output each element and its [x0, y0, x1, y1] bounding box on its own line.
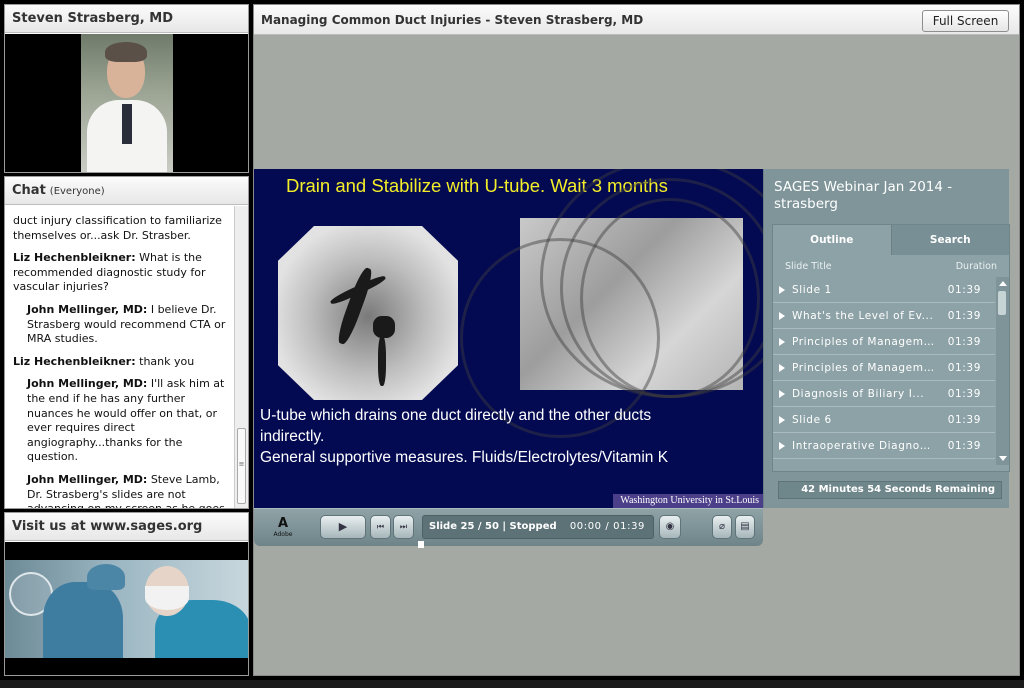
outline-row-duration: 01:39 — [947, 361, 981, 374]
outline-row-title: Diagnosis of Biliary I... — [792, 387, 925, 400]
chat-pod-header: Chat (Everyone) — [5, 177, 248, 205]
presenter-photo — [81, 34, 173, 172]
outline-panel: Outline Search Slide Title Duration Slid… — [772, 224, 1010, 472]
chat-message: duct injury classification to familiariz… — [13, 214, 229, 243]
presentation-slide: Drain and Stabilize with U-tube. Wait 3 … — [254, 169, 763, 508]
presenter-camera-pod: Steven Strasberg, MD — [4, 4, 249, 173]
outline-row[interactable]: Diagnosis of Biliary I... 01:39 — [773, 381, 995, 407]
chat-message: John Mellinger, MD: I believe Dr. Strasb… — [13, 303, 229, 347]
play-button[interactable]: ▶ — [320, 515, 366, 539]
presenter-video — [5, 34, 248, 172]
outline-row[interactable]: Intraoperative Diagnos... 01:39 — [773, 433, 995, 459]
outline-row[interactable]: Slide 1 01:39 — [773, 277, 995, 303]
outline-row-title: What's the Level of Ev... — [792, 309, 934, 322]
outline-row[interactable]: Principles of Manageme... 01:39 — [773, 329, 995, 355]
sidebar-tabs: Outline Search — [773, 225, 1009, 255]
outline-column-headers: Slide Title Duration — [773, 255, 1009, 277]
adobe-logo-icon: A Adobe — [273, 516, 293, 538]
time-remaining: 42 Minutes 54 Seconds Remaining — [778, 481, 1002, 499]
chat-author: John Mellinger, MD: — [27, 472, 148, 486]
chat-scrollbar[interactable]: ≡ — [234, 206, 248, 508]
presentation-title: SAGES Webinar Jan 2014 - strasberg — [774, 179, 953, 212]
chat-scroll-thumb[interactable]: ≡ — [237, 428, 246, 504]
expand-arrow-icon — [779, 389, 785, 398]
volume-icon[interactable]: ◉ — [659, 515, 681, 539]
outline-row-duration: 01:39 — [947, 387, 981, 400]
slide-body-text: U-tube which drains one duct directly an… — [260, 405, 760, 468]
playback-controls: A Adobe ▶ ⏮ ⏭ Slide 25 / 50 | Stopped 00:… — [254, 508, 763, 548]
chat-message: John Mellinger, MD: Steve Lamb, Dr. Stra… — [13, 473, 229, 508]
visit-pod: Visit us at www.sages.org — [4, 512, 249, 676]
sages-banner[interactable] — [5, 542, 248, 675]
expand-arrow-icon — [779, 441, 785, 450]
presentation-sidebar: SAGES Webinar Jan 2014 - strasberg Outli… — [763, 169, 1010, 508]
chat-messages: duct injury classification to familiariz… — [5, 206, 235, 508]
chat-author: John Mellinger, MD: — [27, 377, 148, 391]
chat-message: John Mellinger, MD: I'll ask him at the … — [13, 377, 229, 465]
outline-row-duration: 01:39 — [947, 309, 981, 322]
seek-handle[interactable] — [418, 541, 424, 548]
outline-row-duration: 01:39 — [947, 439, 981, 452]
slide-line: indirectly. — [260, 428, 325, 445]
slide-line: General supportive measures. Fluids/Elec… — [260, 449, 669, 466]
slide-footer-logo: Washington University in St.Louis — [613, 494, 763, 508]
expand-arrow-icon — [779, 363, 785, 372]
slide-status: Slide 25 / 50 | Stopped — [429, 521, 557, 532]
outline-row-title: Principles of Manageme... — [792, 335, 935, 348]
outline-row-duration: 01:39 — [947, 413, 981, 426]
playback-status: Slide 25 / 50 | Stopped 00:00 / 01:39 — [422, 515, 654, 539]
cholangiogram-image-right — [460, 169, 763, 438]
outline-row-duration: 01:39 — [947, 335, 981, 348]
chat-message: Liz Hechenbleikner: What is the recommen… — [13, 251, 229, 295]
share-pod-title: Managing Common Duct Injuries - Steven S… — [254, 5, 1019, 35]
share-pod: Managing Common Duct Injuries - Steven S… — [253, 4, 1020, 676]
presenter-pod-title: Steven Strasberg, MD — [5, 5, 248, 33]
outline-row-duration: 01:39 — [947, 283, 981, 296]
outline-scrollbar[interactable] — [996, 277, 1009, 465]
tab-search[interactable]: Search — [890, 225, 1009, 255]
cholangiogram-image-left — [278, 226, 458, 400]
previous-slide-button[interactable]: ⏮ — [370, 515, 391, 539]
sidebar-toggle-icon[interactable]: ▤ — [735, 515, 755, 539]
next-slide-button[interactable]: ⏭ — [393, 515, 414, 539]
expand-arrow-icon — [779, 285, 785, 294]
full-screen-button[interactable]: Full Screen — [922, 10, 1009, 32]
slide-line: U-tube which drains one duct directly an… — [260, 407, 652, 424]
chat-author: Liz Hechenbleikner: — [13, 354, 136, 368]
column-slide-title: Slide Title — [785, 261, 832, 272]
outline-row-title: Slide 1 — [792, 283, 832, 296]
outline-row-title: Principles of Manageme... — [792, 361, 935, 374]
chat-title: Chat — [12, 183, 46, 198]
outline-scroll-thumb[interactable] — [998, 291, 1006, 315]
visit-pod-title: Visit us at www.sages.org — [5, 513, 248, 541]
adobe-connect-room: Steven Strasberg, MD Chat (Everyone) duct… — [0, 0, 1024, 688]
chat-author: John Mellinger, MD: — [27, 302, 148, 316]
chat-pod: Chat (Everyone) duct injury classificatio… — [4, 176, 249, 509]
playback-time: 00:00 / 01:39 — [569, 521, 645, 532]
outline-row[interactable]: Slide 6 01:39 — [773, 407, 995, 433]
chat-author: Liz Hechenbleikner: — [13, 251, 136, 265]
outline-row[interactable]: Principles of Manageme... 01:39 — [773, 355, 995, 381]
tab-outline[interactable]: Outline — [773, 225, 891, 255]
scroll-down-icon[interactable] — [999, 456, 1007, 461]
expand-arrow-icon — [779, 311, 785, 320]
expand-arrow-icon — [779, 415, 785, 424]
outline-row-title: Slide 6 — [792, 413, 832, 426]
chat-audience[interactable]: (Everyone) — [50, 186, 105, 197]
scroll-up-icon[interactable] — [999, 281, 1007, 286]
outline-row[interactable]: What's the Level of Ev... 01:39 — [773, 303, 995, 329]
chat-message: Liz Hechenbleikner: thank you — [13, 355, 229, 370]
surgeons-image — [5, 560, 248, 658]
chat-text: thank you — [139, 354, 195, 368]
chat-text: duct injury classification to familiariz… — [13, 214, 222, 242]
attachments-icon[interactable]: ⌀ — [712, 515, 732, 539]
column-duration: Duration — [955, 261, 997, 272]
outline-list: Slide 1 01:39 What's the Level of Ev... 01… — [773, 277, 1009, 465]
outline-row-title: Intraoperative Diagnos... — [792, 439, 935, 452]
bottom-strip — [0, 680, 1024, 688]
expand-arrow-icon — [779, 337, 785, 346]
